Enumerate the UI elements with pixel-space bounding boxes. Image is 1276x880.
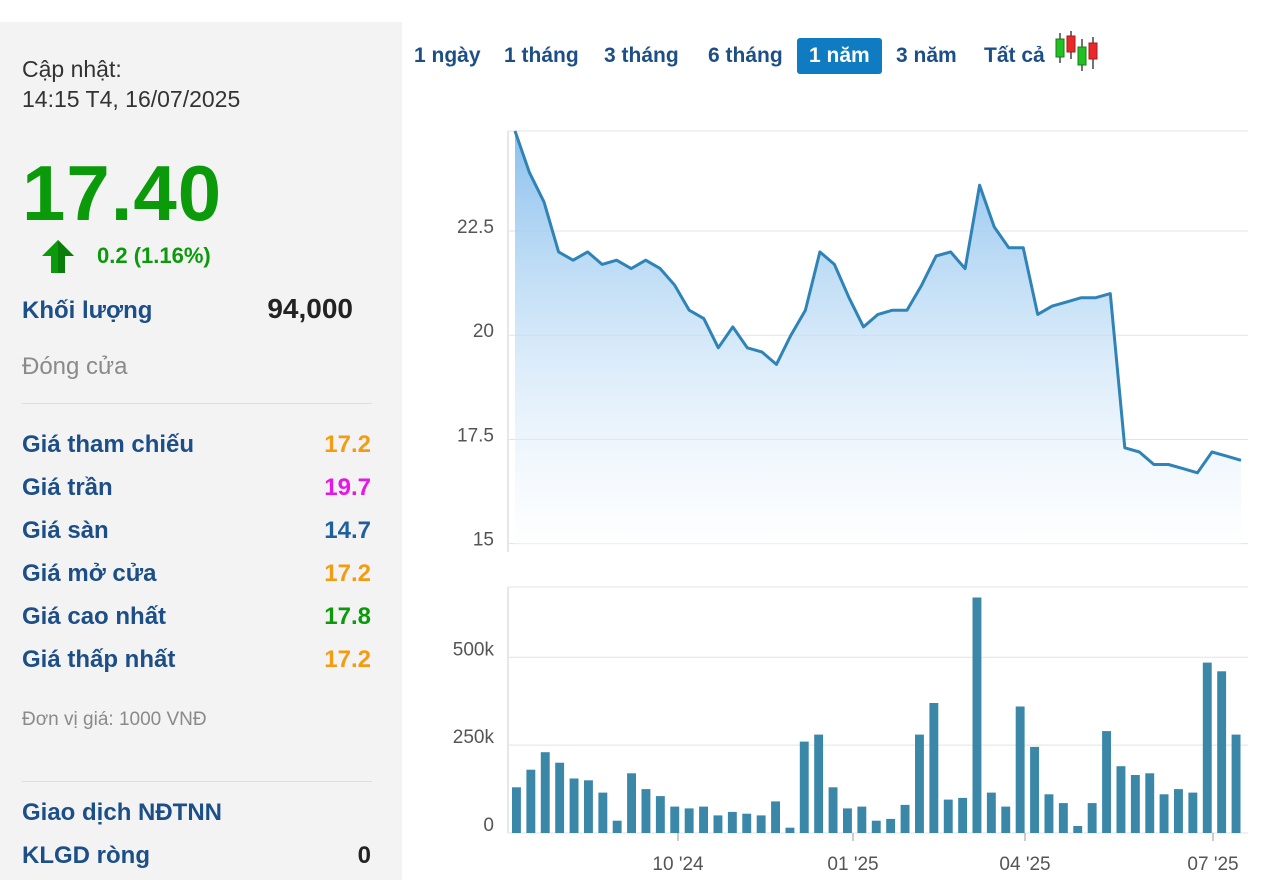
volume-bar [584,780,593,833]
price-tick-label: 20 [473,321,494,342]
x-tick-label: 07 '25 [1187,854,1238,875]
volume-bar [1174,789,1183,833]
volume-bar [972,597,982,833]
volume-bar [958,797,968,833]
volume-bar [799,741,809,833]
volume-bar [785,827,795,833]
volume-bar [713,815,723,833]
volume-bar [943,799,953,833]
volume-bar [929,703,939,833]
volume-bar [641,789,651,833]
volume-bar [871,820,881,833]
x-tick-label: 10 '24 [652,854,704,875]
volume-bar [598,792,608,833]
volume-bar [1015,706,1025,833]
volume-bar [1030,746,1039,833]
volume-tick-label: 250k [453,727,495,748]
volume-bar [627,773,636,833]
volume-bar [1130,775,1140,833]
price-tick-label: 17.5 [457,425,494,446]
volume-bar [655,796,665,833]
price-volume-chart[interactable]: 15 17.5 20 22.5 0 250k 500k 10 '24 01 '25 04 '25 0… [0,0,1276,880]
volume-bar [756,815,766,833]
volume-bar [986,792,996,833]
volume-bar [699,806,708,833]
price-tick-label: 15 [473,530,494,551]
volume-bar [526,769,536,833]
volume-bar [540,752,550,833]
price-tick-label: 22.5 [457,217,494,238]
volume-bar [771,801,780,833]
volume-bar [1202,662,1212,833]
volume-bar [886,818,896,833]
volume-bar [843,808,852,833]
volume-bar [512,787,521,833]
volume-bar [1159,794,1169,833]
volume-bar [555,762,565,833]
volume-bar [742,813,752,833]
volume-bar [727,811,737,833]
volume-bar [915,734,924,833]
volume-bar [1001,806,1011,833]
volume-bar [1073,826,1083,833]
volume-bar [1044,794,1054,833]
volume-bar [814,734,824,833]
volume-bar [828,787,838,833]
volume-bar [1145,773,1155,833]
volume-bar [684,808,694,833]
volume-bar [569,778,579,833]
volume-bar [900,804,910,833]
volume-bar [1102,731,1111,833]
x-tick-label: 01 '25 [827,854,878,875]
price-area [515,131,1241,552]
volume-bar [612,820,622,833]
volume-bar [1087,803,1097,833]
volume-bar [1217,671,1227,833]
volume-bar [1116,766,1126,833]
volume-bar [1058,803,1068,833]
volume-tick-label: 500k [453,639,495,660]
volume-bar [670,806,680,833]
volume-bar [857,806,867,833]
volume-bar [1188,792,1198,833]
volume-bar [1231,734,1241,833]
volume-tick-label: 0 [483,815,494,836]
x-tick-label: 04 '25 [999,854,1050,875]
